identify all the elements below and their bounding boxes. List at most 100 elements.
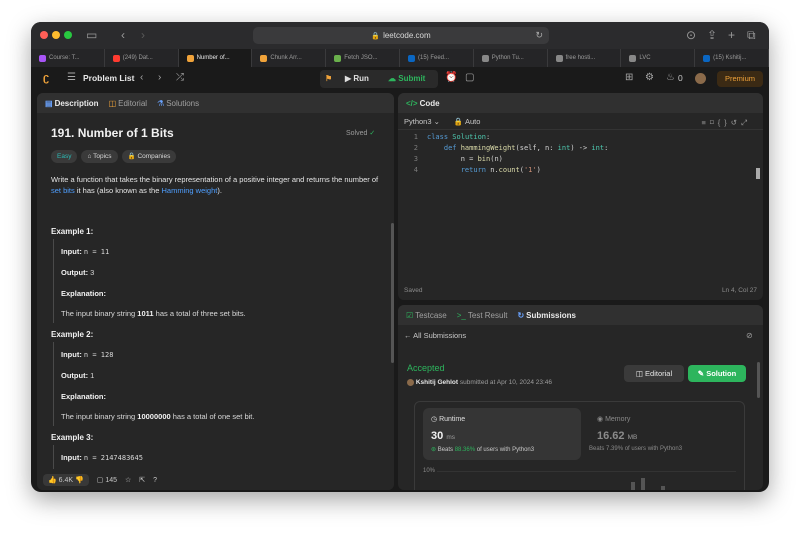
browser-tab[interactable]: LVC: [621, 49, 696, 67]
problem-list-link[interactable]: Problem List: [83, 73, 134, 83]
browser-tab[interactable]: Python Tu...: [474, 49, 548, 67]
explanation-text: The input binary string: [61, 309, 138, 318]
memory-card[interactable]: ◉ Memory 16.62 MB Beats 7.39% of users w…: [589, 408, 739, 460]
solution-button[interactable]: ✎ Solution: [688, 365, 746, 382]
like-button[interactable]: 👍 6.4K 👎: [43, 474, 89, 486]
download-icon[interactable]: ⊙: [686, 27, 696, 43]
editor-scroll-marker: [756, 168, 760, 179]
close-window-button[interactable]: [40, 31, 48, 39]
browser-tab-strip: Course: T... (249) Dat... Number of... Chun…: [31, 49, 769, 67]
avatar[interactable]: [695, 73, 706, 84]
zoom-window-button[interactable]: [64, 31, 72, 39]
tab-solutions[interactable]: ⚗ Solutions: [157, 99, 199, 108]
set-bits-link[interactable]: set bits: [51, 186, 75, 195]
shuffle-icon[interactable]: ⤮: [176, 72, 184, 83]
layout-icon[interactable]: ⊞: [625, 72, 633, 83]
reload-icon[interactable]: ↻: [535, 27, 543, 44]
submissions-scrollbar[interactable]: [757, 362, 760, 398]
output-label: Output:: [61, 268, 89, 277]
browser-tab[interactable]: free hosti...: [548, 49, 622, 67]
leetcode-logo[interactable]: ʗ: [43, 72, 49, 84]
favicon-icon: [407, 54, 415, 62]
sidebar-toggle-icon[interactable]: ▭: [86, 27, 97, 43]
editorial-button[interactable]: ◫ Editorial: [624, 365, 684, 382]
hamming-weight-link[interactable]: Hamming weight: [161, 186, 217, 195]
code-tab[interactable]: </> Code: [406, 99, 440, 108]
topics-chip[interactable]: ⌂ Topics: [81, 150, 118, 163]
run-button[interactable]: ▶ Run: [345, 74, 369, 83]
prev-problem-icon[interactable]: ‹: [140, 72, 143, 83]
expand-icon[interactable]: ⤢: [741, 118, 751, 127]
thumbs-down-icon[interactable]: 👎: [75, 477, 84, 484]
problem-statement: Write a function that takes the binary r…: [51, 174, 381, 196]
submission-author: Kshitij Gehlot submitted at Apr 10, 2024…: [407, 379, 552, 386]
timer-icon[interactable]: ⏰: [445, 72, 457, 83]
help-icon[interactable]: ?: [153, 477, 157, 484]
bookmark-icon[interactable]: ⌑: [710, 118, 718, 127]
tab-editorial[interactable]: ◫ Editorial: [109, 99, 147, 108]
description-scrollbar[interactable]: [391, 223, 394, 363]
minimize-window-button[interactable]: [52, 31, 60, 39]
memory-beats: Beats 7.39% of users with Python3: [589, 446, 682, 452]
submitted-time: submitted at Apr 10, 2024 23:46: [459, 379, 553, 387]
braces-icon[interactable]: {}: [718, 118, 731, 127]
runtime-card[interactable]: ◷ Runtime 30 ms ⊛ Beats 88.36% of users …: [423, 408, 581, 460]
link-icon[interactable]: ⊘: [746, 331, 753, 340]
editor-tools: ≡⌑{}↺⤢: [701, 118, 751, 128]
format-icon[interactable]: ≡: [701, 118, 709, 127]
stats-box: ◷ Runtime 30 ms ⊛ Beats 88.36% of users …: [414, 401, 745, 490]
browser-tab[interactable]: (15) Feed...: [400, 49, 474, 67]
share-icon[interactable]: ⇪: [707, 27, 717, 43]
share-icon[interactable]: ⇱: [139, 476, 145, 484]
tab-description[interactable]: ▤ Description: [45, 99, 99, 108]
forward-arrow-icon[interactable]: ›: [141, 27, 145, 43]
code-token: :: [486, 133, 491, 141]
example-3-rule: [53, 445, 54, 469]
code-tab-label: Code: [419, 98, 440, 108]
language-select[interactable]: Python3 ⌄: [404, 117, 440, 126]
streak-fire-icon[interactable]: ♨: [666, 72, 675, 83]
lock-icon: 🔒: [453, 116, 464, 126]
explanation-text: has a total of three set bits.: [153, 309, 246, 318]
tab-submissions[interactable]: ↻ Submissions: [517, 311, 576, 320]
tab-overview-icon[interactable]: ⧉: [747, 27, 756, 43]
star-icon[interactable]: ☆: [125, 476, 131, 484]
new-tab-icon[interactable]: +: [728, 27, 735, 43]
browser-tab[interactable]: (249) Dat...: [105, 49, 179, 67]
tab-testcase-label: Testcase: [415, 310, 447, 320]
beats-text: Beats: [437, 447, 455, 453]
favicon-icon: [334, 54, 342, 62]
browser-tab[interactable]: Fetch JSO...: [326, 49, 400, 67]
code-token: ): [536, 166, 541, 174]
companies-label: Companies: [137, 153, 171, 160]
code-token: Solution: [452, 133, 487, 141]
premium-button[interactable]: Premium: [717, 71, 763, 87]
difficulty-badge: Easy: [51, 150, 78, 163]
example-1-heading: Example 1:: [51, 227, 94, 236]
next-problem-icon[interactable]: ›: [158, 72, 161, 83]
reset-icon[interactable]: ↺: [731, 118, 741, 127]
back-arrow-icon[interactable]: ‹: [121, 27, 125, 43]
code-line: 4 return n.count('1'): [398, 165, 541, 176]
settings-gear-icon[interactable]: ⚙: [645, 72, 654, 83]
author-name[interactable]: Kshitij Gehlot: [416, 379, 458, 386]
mode-select[interactable]: 🔒 Auto: [454, 117, 480, 126]
all-submissions-link[interactable]: ← All Submissions: [404, 331, 466, 340]
comments-button[interactable]: ▢ 145: [97, 476, 117, 484]
code-token: bin: [477, 155, 491, 163]
browser-tab-label: (249) Dat...: [122, 55, 153, 61]
notes-icon[interactable]: ▢: [465, 72, 474, 83]
submit-button[interactable]: ☁ Submit: [388, 74, 425, 83]
companies-chip[interactable]: 🔒 Companies: [121, 150, 177, 163]
tab-testcase[interactable]: ☑ Testcase: [406, 311, 447, 320]
explanation-label: Explanation:: [61, 392, 107, 401]
example-2-explanation: The input binary string 10000000 has a t…: [61, 412, 254, 421]
tab-test-result[interactable]: >_ Test Result: [457, 311, 508, 320]
address-bar[interactable]: 🔒 leetcode.com ↻: [253, 27, 549, 44]
browser-tab[interactable]: Course: T...: [31, 49, 105, 67]
debug-icon[interactable]: ⚑: [325, 74, 332, 83]
browser-tab[interactable]: Chunk Arr...: [252, 49, 327, 67]
browser-tab[interactable]: Number of...: [178, 49, 253, 67]
beats-text: of users with Python3: [623, 446, 683, 452]
browser-tab[interactable]: (15) Kshitij...: [695, 49, 769, 67]
